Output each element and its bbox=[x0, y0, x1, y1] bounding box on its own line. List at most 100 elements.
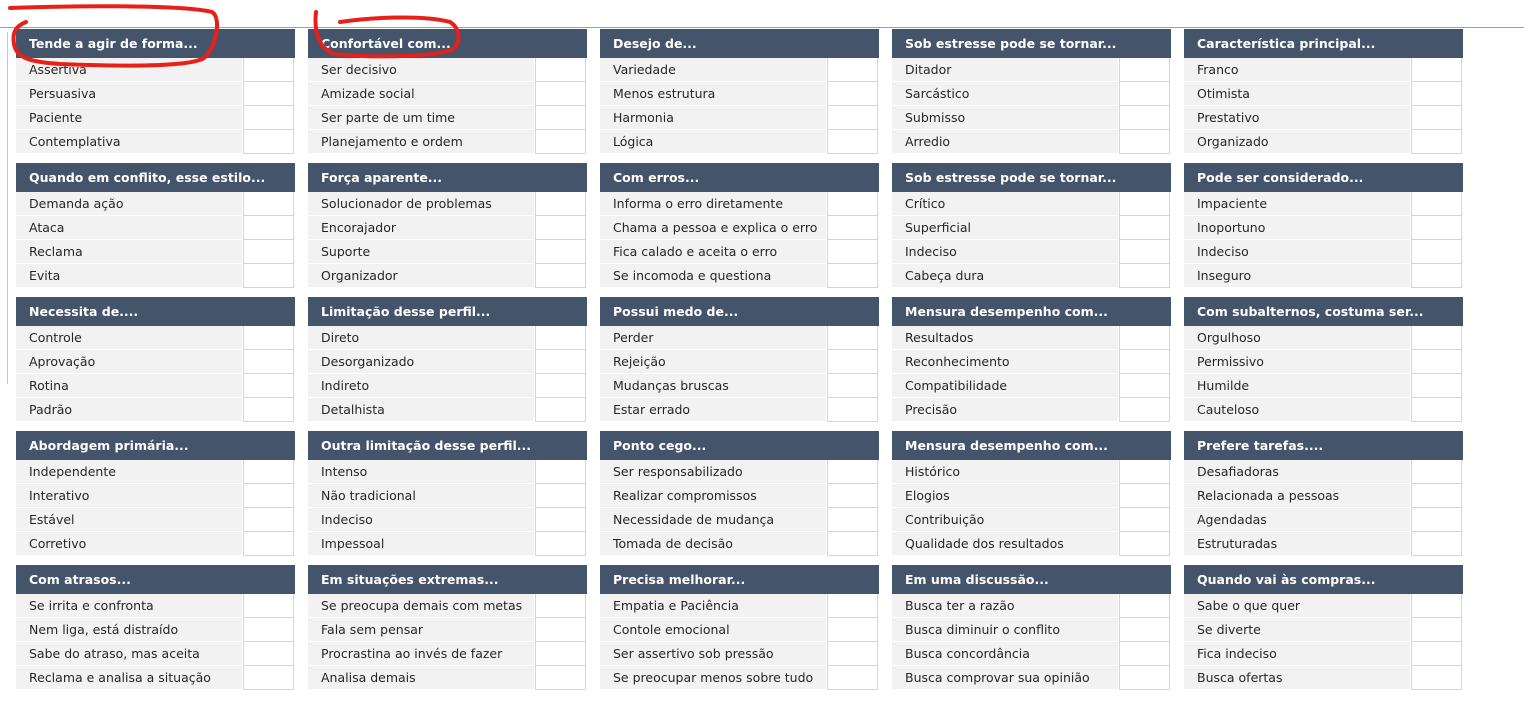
answer-cell[interactable] bbox=[243, 460, 294, 484]
answer-cell[interactable] bbox=[535, 240, 586, 264]
answer-cell[interactable] bbox=[1119, 264, 1170, 288]
answer-cell[interactable] bbox=[1411, 240, 1462, 264]
answer-cell[interactable] bbox=[827, 532, 878, 556]
answer-cell[interactable] bbox=[1119, 216, 1170, 240]
answer-cell[interactable] bbox=[1411, 460, 1462, 484]
answer-cell[interactable] bbox=[243, 508, 294, 532]
answer-cell[interactable] bbox=[827, 350, 878, 374]
answer-cell[interactable] bbox=[827, 374, 878, 398]
answer-cell[interactable] bbox=[1411, 642, 1462, 666]
answer-cell[interactable] bbox=[827, 130, 878, 154]
answer-cell[interactable] bbox=[535, 216, 586, 240]
answer-cell[interactable] bbox=[827, 508, 878, 532]
answer-cell[interactable] bbox=[535, 532, 586, 556]
answer-cell[interactable] bbox=[243, 350, 294, 374]
answer-cell[interactable] bbox=[827, 618, 878, 642]
answer-cell[interactable] bbox=[827, 106, 878, 130]
answer-cell[interactable] bbox=[535, 642, 586, 666]
answer-cell[interactable] bbox=[535, 618, 586, 642]
answer-cell[interactable] bbox=[1119, 58, 1170, 82]
answer-cell[interactable] bbox=[827, 642, 878, 666]
answer-cell[interactable] bbox=[243, 192, 294, 216]
answer-cell[interactable] bbox=[535, 82, 586, 106]
answer-cell[interactable] bbox=[1119, 192, 1170, 216]
answer-cell[interactable] bbox=[535, 508, 586, 532]
answer-cell[interactable] bbox=[827, 398, 878, 422]
answer-cell[interactable] bbox=[243, 326, 294, 350]
answer-cell[interactable] bbox=[243, 264, 294, 288]
answer-cell[interactable] bbox=[1411, 264, 1462, 288]
answer-cell[interactable] bbox=[1411, 532, 1462, 556]
answer-cell[interactable] bbox=[827, 216, 878, 240]
answer-cell[interactable] bbox=[827, 82, 878, 106]
answer-cell[interactable] bbox=[1119, 398, 1170, 422]
answer-cell[interactable] bbox=[243, 484, 294, 508]
answer-cell[interactable] bbox=[243, 642, 294, 666]
answer-cell[interactable] bbox=[1119, 374, 1170, 398]
answer-cell[interactable] bbox=[1411, 666, 1462, 690]
answer-cell[interactable] bbox=[1119, 350, 1170, 374]
answer-cell[interactable] bbox=[1411, 508, 1462, 532]
answer-cell[interactable] bbox=[535, 666, 586, 690]
answer-cell[interactable] bbox=[1119, 130, 1170, 154]
answer-cell[interactable] bbox=[827, 594, 878, 618]
answer-cell[interactable] bbox=[1119, 460, 1170, 484]
answer-cell[interactable] bbox=[243, 398, 294, 422]
answer-cell[interactable] bbox=[1411, 82, 1462, 106]
answer-cell[interactable] bbox=[243, 618, 294, 642]
answer-cell[interactable] bbox=[1411, 326, 1462, 350]
answer-cell[interactable] bbox=[1119, 532, 1170, 556]
answer-cell[interactable] bbox=[243, 58, 294, 82]
answer-cell[interactable] bbox=[535, 58, 586, 82]
answer-cell[interactable] bbox=[243, 532, 294, 556]
answer-cell[interactable] bbox=[1119, 326, 1170, 350]
answer-cell[interactable] bbox=[1411, 130, 1462, 154]
answer-cell[interactable] bbox=[1411, 216, 1462, 240]
answer-cell[interactable] bbox=[1119, 508, 1170, 532]
answer-cell[interactable] bbox=[1119, 240, 1170, 264]
answer-cell[interactable] bbox=[827, 240, 878, 264]
answer-cell[interactable] bbox=[1411, 374, 1462, 398]
answer-cell[interactable] bbox=[243, 240, 294, 264]
answer-cell[interactable] bbox=[243, 106, 294, 130]
answer-cell[interactable] bbox=[827, 484, 878, 508]
answer-cell[interactable] bbox=[827, 264, 878, 288]
answer-cell[interactable] bbox=[1411, 594, 1462, 618]
answer-cell[interactable] bbox=[1411, 484, 1462, 508]
answer-cell[interactable] bbox=[1411, 58, 1462, 82]
answer-cell[interactable] bbox=[535, 398, 586, 422]
answer-cell[interactable] bbox=[1119, 594, 1170, 618]
answer-cell[interactable] bbox=[535, 460, 586, 484]
answer-cell[interactable] bbox=[1411, 106, 1462, 130]
answer-cell[interactable] bbox=[1119, 106, 1170, 130]
answer-cell[interactable] bbox=[1411, 350, 1462, 374]
answer-cell[interactable] bbox=[1119, 666, 1170, 690]
answer-cell[interactable] bbox=[1411, 618, 1462, 642]
answer-cell[interactable] bbox=[827, 58, 878, 82]
answer-cell[interactable] bbox=[535, 264, 586, 288]
answer-cell[interactable] bbox=[243, 130, 294, 154]
answer-cell[interactable] bbox=[243, 82, 294, 106]
answer-cell[interactable] bbox=[535, 484, 586, 508]
answer-cell[interactable] bbox=[243, 216, 294, 240]
answer-cell[interactable] bbox=[535, 374, 586, 398]
answer-cell[interactable] bbox=[827, 460, 878, 484]
answer-cell[interactable] bbox=[243, 594, 294, 618]
answer-cell[interactable] bbox=[1119, 484, 1170, 508]
answer-cell[interactable] bbox=[535, 192, 586, 216]
answer-cell[interactable] bbox=[535, 350, 586, 374]
answer-cell[interactable] bbox=[827, 192, 878, 216]
answer-cell[interactable] bbox=[535, 130, 586, 154]
answer-cell[interactable] bbox=[535, 106, 586, 130]
answer-cell[interactable] bbox=[827, 326, 878, 350]
answer-cell[interactable] bbox=[243, 666, 294, 690]
answer-cell[interactable] bbox=[1119, 618, 1170, 642]
answer-cell[interactable] bbox=[1119, 82, 1170, 106]
answer-cell[interactable] bbox=[243, 374, 294, 398]
answer-cell[interactable] bbox=[827, 666, 878, 690]
answer-cell[interactable] bbox=[1411, 192, 1462, 216]
answer-cell[interactable] bbox=[1411, 398, 1462, 422]
answer-cell[interactable] bbox=[535, 594, 586, 618]
answer-cell[interactable] bbox=[1119, 642, 1170, 666]
answer-cell[interactable] bbox=[535, 326, 586, 350]
